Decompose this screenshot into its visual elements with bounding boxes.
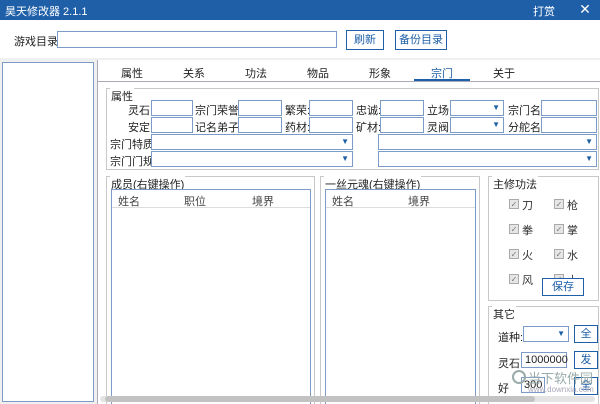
chevron-down-icon: ▼ [557, 329, 565, 338]
ore-input[interactable] [380, 117, 424, 133]
ore-label: 矿材: [356, 122, 382, 134]
refresh-button[interactable]: 刷新 [346, 30, 384, 50]
main-skill-group-title: 主修功法 [492, 176, 538, 192]
main-skill-group: 主修功法 ✓ 刀 ✓ 枪 ✓ 拳 ✓ 掌 ✓ 火 ✓ 水 ✓ 风 ✓ 土 保存 [488, 176, 599, 301]
chevron-down-icon: ▼ [492, 103, 500, 112]
seed-select[interactable]: ▼ [523, 326, 569, 342]
watermark: 当下软件园 www.downxia.com [512, 364, 598, 402]
game-dir-input[interactable] [57, 31, 337, 48]
chevron-down-icon: ▼ [492, 120, 500, 129]
chevron-down-icon: ▼ [341, 154, 349, 163]
close-icon[interactable]: ✕ [575, 1, 595, 18]
sect-rule-select-1[interactable]: ▼ [151, 151, 353, 167]
sect-rule-select-2[interactable]: ▼ [378, 151, 597, 167]
skill-checkbox[interactable]: ✓ [554, 199, 564, 209]
named-disciples-input[interactable] [238, 117, 282, 133]
chevron-down-icon: ▼ [585, 137, 593, 146]
stance-label: 立场: [427, 105, 453, 117]
reward-button[interactable]: 打赏 [533, 3, 555, 19]
sect-trait-select-2[interactable]: ▼ [378, 134, 597, 150]
sect-honor-label: 宗门荣誉: [195, 105, 243, 117]
herbs-input[interactable] [309, 117, 353, 133]
attributes-group: 属性 灵石: 宗门荣誉: 繁荣: 忠诚: 立场: ▼ 宗门名: 安定: 记名弟子… [106, 88, 599, 170]
stability-input[interactable] [151, 117, 193, 133]
col-realm[interactable]: 境界 [252, 193, 274, 209]
soul-list-header: 姓名 境界 [326, 190, 475, 208]
save-button[interactable]: 保存 [542, 278, 584, 296]
skill-label: 刀 [522, 200, 533, 212]
sect-traits-label: 宗门特质: [110, 139, 158, 151]
seed-all-button[interactable]: 全 [574, 325, 598, 343]
sect-name-label: 宗门名: [508, 105, 545, 117]
window-title: 昊天修改器 2.1.1 [5, 6, 88, 18]
title-bar: 昊天修改器 2.1.1 打赏 ✕ [0, 0, 600, 20]
sect-honor-input[interactable] [238, 100, 282, 116]
sect-rules-label: 宗门门规: [110, 156, 158, 168]
skill-label: 水 [567, 250, 578, 262]
col-name[interactable]: 姓名 [118, 193, 140, 209]
tab-attributes[interactable]: 属性 [102, 65, 162, 81]
spirit-vein-select[interactable]: ▼ [450, 117, 504, 133]
named-disciples-label: 记名弟子: [195, 122, 243, 134]
sect-name-input[interactable] [541, 100, 597, 116]
spirit-stone-input[interactable] [151, 100, 193, 116]
skill-label: 风 [522, 275, 533, 287]
skill-checkbox[interactable]: ✓ [554, 224, 564, 234]
col-position[interactable]: 职位 [184, 193, 206, 209]
skill-checkbox[interactable]: ✓ [554, 249, 564, 259]
skill-label: 枪 [567, 200, 578, 212]
herbs-label: 药材: [285, 122, 311, 134]
loyalty-label: 忠诚: [356, 105, 382, 117]
prosperity-label: 繁荣: [285, 105, 311, 117]
other-group-title: 其它 [492, 306, 516, 322]
tab-skills[interactable]: 功法 [226, 65, 286, 81]
stance-select[interactable]: ▼ [450, 100, 504, 116]
spirit-vein-label: 灵阀: [427, 122, 453, 134]
watermark-logo-icon [512, 370, 526, 384]
backup-dir-button[interactable]: 备份目录 [395, 30, 447, 50]
skill-checkbox[interactable]: ✓ [509, 249, 519, 259]
save-list-panel[interactable] [2, 62, 94, 402]
spirit-stone-label: 灵石: [128, 105, 154, 117]
skill-checkbox[interactable]: ✓ [509, 274, 519, 284]
chevron-down-icon: ▼ [585, 154, 593, 163]
members-group: 成员(右键操作) 姓名 职位 境界 [106, 176, 315, 404]
branch-name-label: 分舵名: [508, 122, 545, 134]
tab-bar: 属性 关系 功法 物品 形象 宗门 关于 [98, 60, 600, 82]
toolbar: 游戏目录: 刷新 备份目录 [0, 20, 600, 58]
game-dir-label: 游戏目录: [14, 36, 62, 48]
soul-group: 一丝元魂(右键操作) 姓名 境界 [320, 176, 480, 404]
active-tab-indicator [414, 79, 470, 81]
tab-relations[interactable]: 关系 [164, 65, 224, 81]
tab-about[interactable]: 关于 [474, 65, 534, 81]
skill-label: 掌 [567, 225, 578, 237]
soul-list[interactable]: 姓名 境界 [325, 189, 476, 404]
col-realm[interactable]: 境界 [408, 193, 430, 209]
tab-appearance[interactable]: 形象 [350, 65, 410, 81]
prosperity-input[interactable] [309, 100, 353, 116]
skill-checkbox[interactable]: ✓ [509, 224, 519, 234]
seed-label: 道种: [498, 332, 524, 344]
scrollbar-thumb[interactable] [105, 396, 535, 402]
skill-checkbox[interactable]: ✓ [509, 199, 519, 209]
sect-trait-select-1[interactable]: ▼ [151, 134, 353, 150]
favor-label: 好 [498, 383, 509, 395]
skill-label: 拳 [522, 225, 533, 237]
tab-items[interactable]: 物品 [288, 65, 348, 81]
branch-name-input[interactable] [541, 117, 597, 133]
stability-label: 安定: [128, 122, 154, 134]
main-panel: 属性 关系 功法 物品 形象 宗门 关于 属性 灵石: 宗门荣誉: 繁荣: 忠诚… [97, 60, 600, 404]
col-name[interactable]: 姓名 [332, 193, 354, 209]
chevron-down-icon: ▼ [341, 137, 349, 146]
members-list[interactable]: 姓名 职位 境界 [111, 189, 311, 404]
members-list-header: 姓名 职位 境界 [112, 190, 310, 208]
skill-label: 火 [522, 250, 533, 262]
loyalty-input[interactable] [380, 100, 424, 116]
watermark-url: www.downxia.com [528, 385, 594, 394]
